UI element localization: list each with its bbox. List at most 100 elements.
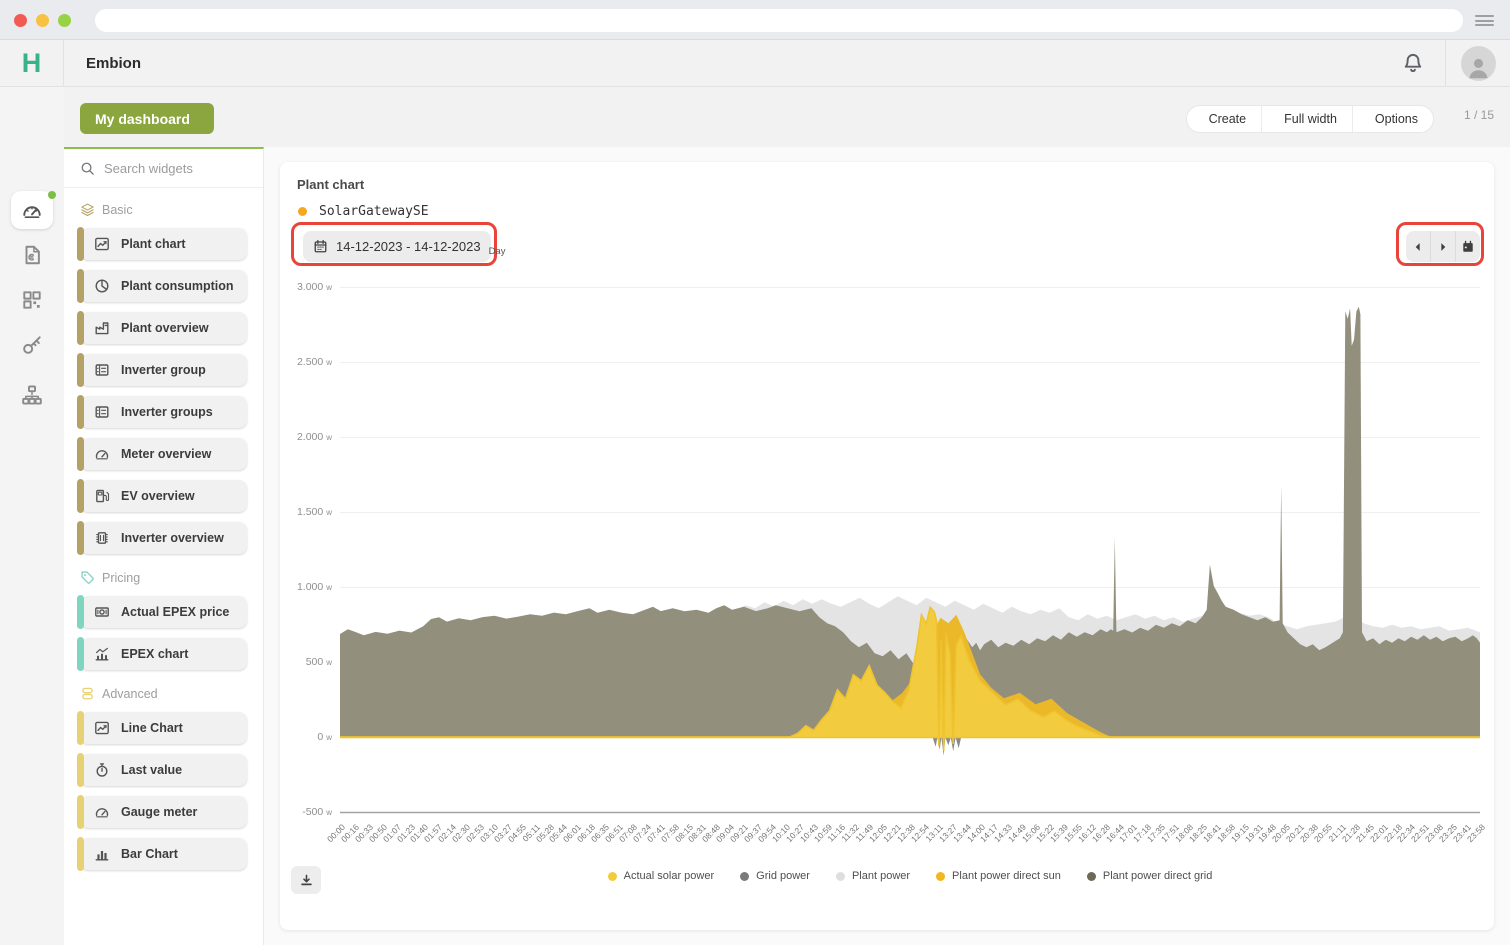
line-chart-icon xyxy=(94,720,110,736)
widget-item-line-chart[interactable]: Line Chart xyxy=(80,712,247,744)
sidebar-item-sites[interactable] xyxy=(11,376,53,414)
calendar-filled-icon xyxy=(1461,240,1475,254)
toolbar-button-group: Create Full width Options xyxy=(1186,105,1434,133)
section-header-advanced: Advanced xyxy=(80,686,247,701)
calendar-jump-button[interactable] xyxy=(1455,231,1480,262)
line-chart-icon xyxy=(94,236,110,252)
widget-item-meter-overview[interactable]: Meter overview xyxy=(80,438,247,470)
widget-item-label: Meter overview xyxy=(121,447,211,461)
user-avatar[interactable] xyxy=(1461,46,1496,81)
bar-chart-icon xyxy=(94,846,110,862)
widget-sections: BasicPlant chartPlant consumptionPlant o… xyxy=(64,188,263,900)
meter-icon xyxy=(94,804,110,820)
legend-item-grid-power[interactable]: Grid power xyxy=(740,870,810,882)
widget-item-epex-chart[interactable]: EPEX chart xyxy=(80,638,247,670)
widget-title: Plant chart xyxy=(297,177,364,192)
full-width-button[interactable]: Full width xyxy=(1261,106,1352,132)
page-indicator-value: 1 / 15 xyxy=(1464,108,1494,122)
chart-area-grid-power xyxy=(340,738,1480,756)
notifications-bell-icon[interactable] xyxy=(1402,52,1424,74)
widget-item-plant-consumption[interactable]: Plant consumption xyxy=(80,270,247,302)
widget-section-basic: BasicPlant chartPlant consumptionPlant o… xyxy=(80,202,247,554)
widget-item-label: Inverter groups xyxy=(121,405,213,419)
y-axis-label-2500: 2.500w xyxy=(280,356,332,368)
pie-chart-icon xyxy=(94,278,110,294)
sidebar-item-billing[interactable] xyxy=(11,236,53,274)
legend-dot-icon xyxy=(836,872,845,881)
download-icon xyxy=(299,873,314,888)
widget-item-label: Bar Chart xyxy=(121,847,178,861)
create-button[interactable]: Create xyxy=(1187,106,1262,132)
widget-item-ev-overview[interactable]: EV overview xyxy=(80,480,247,512)
sidebar-item-dashboard[interactable] xyxy=(11,191,53,229)
sidebar-item-widgets[interactable] xyxy=(11,281,53,319)
layers-icon xyxy=(80,202,95,217)
legend-item-plant-power-direct-grid[interactable]: Plant power direct grid xyxy=(1087,870,1212,882)
legend-item-plant-power[interactable]: Plant power xyxy=(836,870,910,882)
download-chart-button[interactable] xyxy=(291,866,321,894)
legend-label: Actual solar power xyxy=(624,870,715,882)
window-minimize-button[interactable] xyxy=(36,14,49,27)
item-accent xyxy=(77,353,84,387)
item-accent xyxy=(77,711,84,745)
widget-item-label: Last value xyxy=(121,763,182,777)
y-axis-label-0: 0w xyxy=(280,731,332,743)
widget-item-label: Line Chart xyxy=(121,721,183,735)
item-accent xyxy=(77,395,84,429)
y-axis-label-3000: 3.000w xyxy=(280,281,332,293)
widget-item-plant-chart[interactable]: Plant chart xyxy=(80,228,247,260)
widget-item-label: EPEX chart xyxy=(121,647,188,661)
widget-search xyxy=(64,149,263,188)
search-input[interactable] xyxy=(104,161,244,176)
widget-item-actual-epex-price[interactable]: Actual EPEX price xyxy=(80,596,247,628)
widget-item-plant-overview[interactable]: Plant overview xyxy=(80,312,247,344)
legend-label: Plant power direct sun xyxy=(952,870,1061,882)
widget-section-advanced: Advanced Line Chart Last value Gauge meter B… xyxy=(80,686,247,870)
app-logo[interactable]: H xyxy=(0,40,64,86)
epex-chart-icon xyxy=(94,646,110,662)
widget-item-gauge-meter[interactable]: Gauge meter xyxy=(80,796,247,828)
org-selector[interactable]: Embion xyxy=(78,40,149,86)
widget-item-label: Inverter overview xyxy=(121,531,224,545)
main-content: Plant chart SolarGatewaySE 14-12-2023 - … xyxy=(264,147,1510,945)
item-accent xyxy=(77,837,84,871)
chart-plot-area xyxy=(340,280,1480,820)
date-range-picker[interactable]: 14-12-2023 - 14-12-2023 Day xyxy=(303,231,491,262)
app-header: H Embion xyxy=(0,40,1510,87)
widget-item-inverter-groups[interactable]: Inverter groups xyxy=(80,396,247,428)
widget-item-inverter-overview[interactable]: Inverter overview xyxy=(80,522,247,554)
widget-item-bar-chart[interactable]: Bar Chart xyxy=(80,838,247,870)
window-close-button[interactable] xyxy=(14,14,27,27)
legend-dot-icon xyxy=(740,872,749,881)
browser-chrome xyxy=(0,0,1510,40)
plant-chart-widget: Plant chart SolarGatewaySE 14-12-2023 - … xyxy=(280,162,1494,930)
widget-item-inverter-group[interactable]: Inverter group xyxy=(80,354,247,386)
dashboard-selector-button[interactable]: My dashboard xyxy=(80,103,214,134)
legend-item-actual-solar-power[interactable]: Actual solar power xyxy=(608,870,715,882)
url-bar[interactable] xyxy=(95,9,1463,32)
meter-icon xyxy=(94,446,110,462)
item-accent xyxy=(77,311,84,345)
stopwatch-icon xyxy=(94,762,110,778)
legend-dot-icon xyxy=(608,872,617,881)
legend-label: Plant power direct grid xyxy=(1103,870,1212,882)
stack-icon xyxy=(80,686,95,701)
previous-period-button[interactable] xyxy=(1406,231,1430,262)
screen: H Embion My dashboard Create xyxy=(0,0,1510,945)
legend-label: Grid power xyxy=(756,870,810,882)
legend-item-plant-power-direct-sun[interactable]: Plant power direct sun xyxy=(936,870,1061,882)
sidebar-item-access[interactable] xyxy=(11,326,53,364)
browser-menu-icon[interactable] xyxy=(1475,15,1494,26)
chart-area-plant-power-direct-grid xyxy=(340,307,1480,738)
logo-h: H xyxy=(22,50,42,77)
widget-section-pricing: PricingActual EPEX priceEPEX chart xyxy=(80,570,247,670)
tag-icon xyxy=(80,570,95,585)
widget-item-last-value[interactable]: Last value xyxy=(80,754,247,786)
options-button[interactable]: Options xyxy=(1352,106,1433,132)
person-icon xyxy=(1465,54,1492,81)
next-period-button[interactable] xyxy=(1430,231,1455,262)
item-accent xyxy=(77,753,84,787)
calendar-icon xyxy=(313,239,328,254)
window-zoom-button[interactable] xyxy=(58,14,71,27)
list-icon xyxy=(94,362,110,378)
